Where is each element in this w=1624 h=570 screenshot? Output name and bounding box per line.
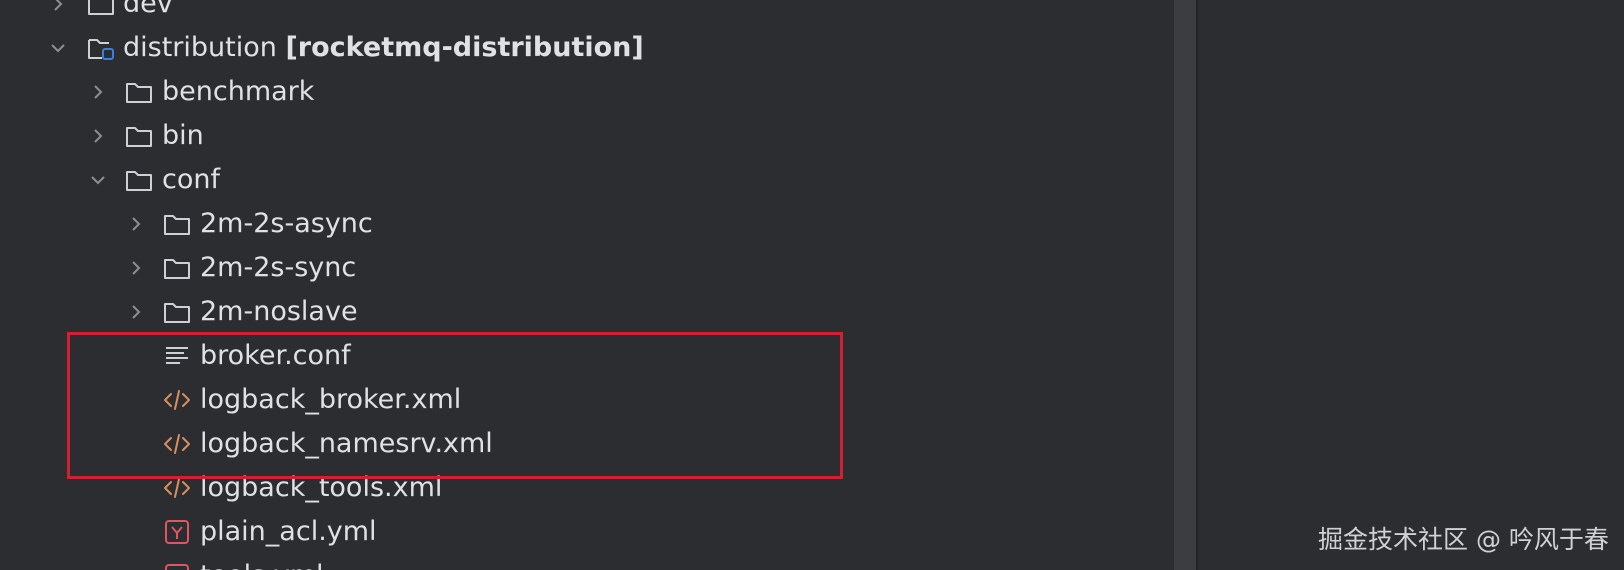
- chevron-right-icon[interactable]: [48, 0, 68, 16]
- ide-window: dev distribution [rocketmq-distribution]: [0, 0, 1624, 570]
- tree-row-tools-yml[interactable]: tools.yml: [0, 554, 1174, 570]
- tree-item-label: plain_acl.yml: [200, 516, 377, 547]
- folder-icon: [162, 254, 192, 282]
- tree-row-conf[interactable]: conf: [0, 158, 1174, 202]
- chevron-right-icon[interactable]: [88, 124, 108, 148]
- tree-row-benchmark[interactable]: benchmark: [0, 70, 1174, 114]
- chevron-right-icon[interactable]: [126, 212, 146, 236]
- tree-row-2m-2s-async[interactable]: 2m-2s-async: [0, 202, 1174, 246]
- tree-item-label: dev: [123, 0, 173, 19]
- yaml-file-icon: [162, 562, 192, 570]
- project-tree: dev distribution [rocketmq-distribution]: [0, 0, 1174, 570]
- folder-icon: [124, 78, 154, 106]
- highlight-box: [67, 332, 843, 479]
- module-folder-icon: [86, 34, 116, 62]
- tree-row-bin[interactable]: bin: [0, 114, 1174, 158]
- folder-icon: [162, 210, 192, 238]
- yaml-file-icon: [162, 518, 192, 546]
- tree-row-distribution[interactable]: distribution [rocketmq-distribution]: [0, 26, 1174, 70]
- tree-row-dev[interactable]: dev: [0, 0, 1174, 26]
- tree-item-label: 2m-2s-sync: [200, 252, 357, 283]
- tree-item-label: conf: [162, 164, 220, 195]
- module-name: distribution: [123, 32, 277, 63]
- chevron-right-icon[interactable]: [88, 80, 108, 104]
- tree-item-label: tools.yml: [200, 554, 324, 570]
- tree-row-2m-noslave[interactable]: 2m-noslave: [0, 290, 1174, 334]
- folder-icon: [124, 166, 154, 194]
- tree-row-plain-acl-yml[interactable]: plain_acl.yml: [0, 510, 1174, 554]
- module-qualifier: [rocketmq-distribution]: [285, 32, 644, 63]
- chevron-down-icon[interactable]: [48, 36, 68, 60]
- tree-item-label: 2m-2s-async: [200, 208, 373, 239]
- folder-icon: [86, 0, 116, 18]
- folder-icon: [124, 122, 154, 150]
- editor-panel: [1198, 0, 1624, 570]
- tree-item-label: bin: [162, 120, 204, 151]
- module-label: distribution [rocketmq-distribution]: [123, 26, 644, 70]
- tree-item-label: 2m-noslave: [200, 296, 358, 327]
- tree-row-2m-2s-sync[interactable]: 2m-2s-sync: [0, 246, 1174, 290]
- watermark: 掘金技术社区 @ 吟风于春: [1318, 525, 1609, 554]
- chevron-right-icon[interactable]: [126, 256, 146, 280]
- tree-item-label: benchmark: [162, 76, 315, 107]
- panel-splitter[interactable]: [1174, 0, 1196, 570]
- folder-icon: [162, 298, 192, 326]
- chevron-right-icon[interactable]: [126, 300, 146, 324]
- chevron-down-icon[interactable]: [88, 168, 108, 192]
